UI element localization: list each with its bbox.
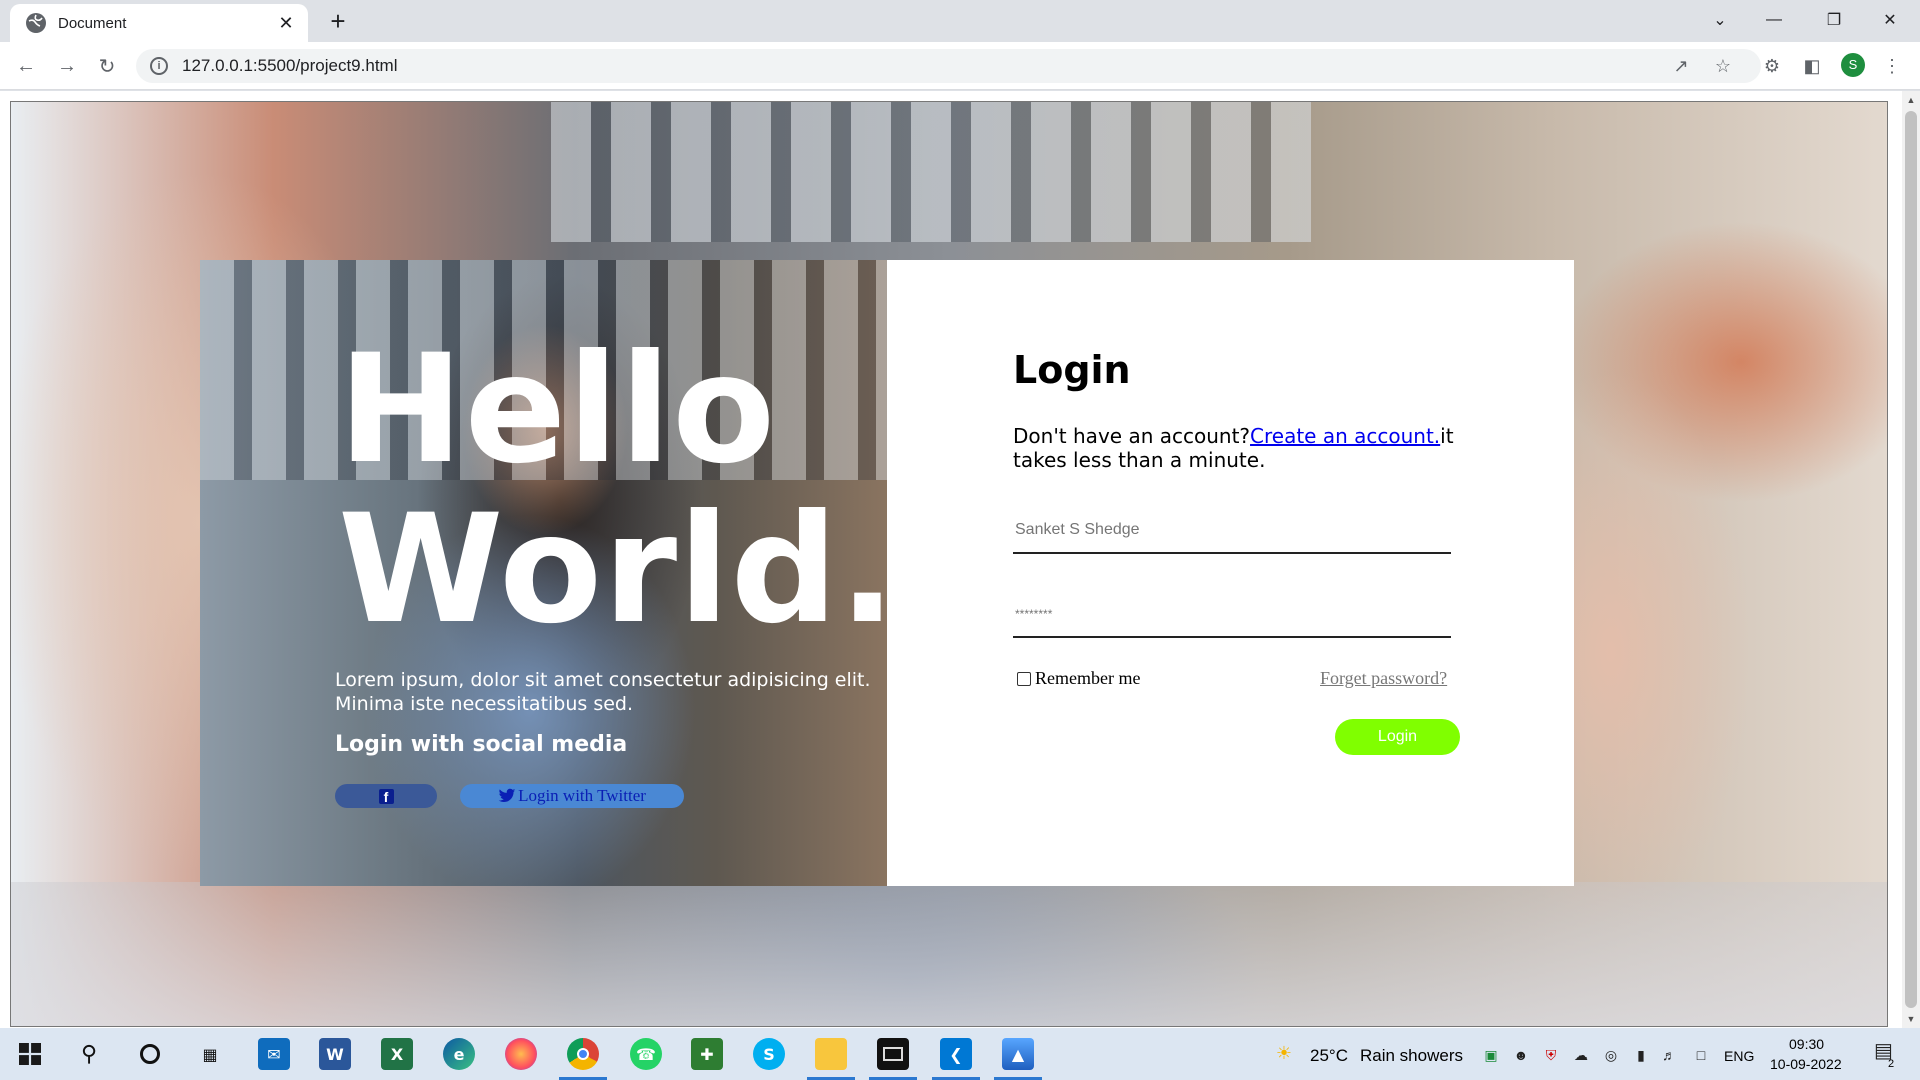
social-login-title: Login with social media <box>335 732 628 757</box>
weather-text[interactable]: Rain showers <box>1360 1046 1463 1066</box>
onedrive-icon[interactable]: ☁ <box>1572 1046 1590 1064</box>
omnibox[interactable]: i 127.0.0.1:5500/project9.html ↗ ☆ <box>136 49 1761 83</box>
taskbar: ⚲ ▦ ✉ W X e ☎ ✚ S ❮ ▲ ☀ 25°C Rain shower… <box>0 1028 1920 1080</box>
whatsapp-icon[interactable]: ☎ <box>630 1038 662 1070</box>
scroll-up-icon[interactable]: ▲ <box>1905 94 1917 106</box>
close-window-button[interactable]: ✕ <box>1862 0 1918 40</box>
notification-count: 2 <box>1888 1058 1895 1070</box>
battery-icon[interactable]: ▮ <box>1632 1046 1650 1064</box>
password-input[interactable] <box>1013 590 1451 638</box>
weather-temp[interactable]: 25°C <box>1310 1046 1348 1066</box>
volume-icon[interactable]: ♬ <box>1660 1046 1678 1064</box>
scrollbar-thumb[interactable] <box>1905 111 1917 1008</box>
signup-prompt: Don't have an account?Create an account.… <box>1013 424 1513 472</box>
facebook-login-button[interactable]: f <box>335 784 437 808</box>
share-icon[interactable]: ↗ <box>1671 56 1691 76</box>
hero-panel: Hello World. Lorem ipsum, dolor sit amet… <box>200 260 887 886</box>
clock-time[interactable]: 09:30 <box>1789 1036 1824 1052</box>
chrome-icon[interactable] <box>567 1038 599 1070</box>
minimize-button[interactable]: — <box>1746 0 1802 40</box>
excel-icon[interactable]: X <box>381 1038 413 1070</box>
weather-icon[interactable]: ☀ <box>1275 1044 1293 1062</box>
address-bar: ← → ↻ i 127.0.0.1:5500/project9.html ↗ ☆… <box>0 42 1920 90</box>
terminal-icon[interactable] <box>877 1038 909 1070</box>
scroll-down-icon[interactable]: ▼ <box>1905 1013 1917 1025</box>
username-input[interactable] <box>1013 506 1451 554</box>
file-explorer-icon[interactable] <box>815 1038 847 1070</box>
language-indicator[interactable]: ENG <box>1724 1048 1754 1064</box>
search-icon[interactable]: ⚲ <box>73 1038 105 1070</box>
login-panel: Login Don't have an account?Create an ac… <box>887 260 1574 886</box>
task-view-icon[interactable]: ▦ <box>194 1038 226 1070</box>
tray-app-icon[interactable]: ▣ <box>1482 1046 1500 1064</box>
app-icon[interactable]: ✚ <box>691 1038 723 1070</box>
windows-start-icon[interactable] <box>14 1038 46 1070</box>
tab-close-icon[interactable]: ✕ <box>276 13 296 34</box>
meet-now-icon[interactable]: □ <box>1692 1046 1710 1064</box>
page-background: Hello World. Lorem ipsum, dolor sit amet… <box>10 101 1888 1027</box>
url-text[interactable]: 127.0.0.1:5500/project9.html <box>182 56 397 76</box>
tray-person-icon[interactable]: ☻ <box>1512 1046 1530 1064</box>
scrollbar[interactable]: ▲ ▼ <box>1902 91 1920 1028</box>
mail-icon[interactable]: ✉ <box>258 1038 290 1070</box>
profile-avatar[interactable]: S <box>1841 53 1865 77</box>
background-building <box>551 102 1311 242</box>
hero-description: Lorem ipsum, dolor sit amet consectetur … <box>335 669 871 715</box>
create-account-link[interactable]: Create an account. <box>1250 424 1440 448</box>
remember-me-label: Remember me <box>1035 668 1141 688</box>
login-button[interactable]: Login <box>1335 719 1460 755</box>
bookmark-star-icon[interactable]: ☆ <box>1713 56 1733 76</box>
firefox-icon[interactable] <box>505 1038 537 1070</box>
clock-date[interactable]: 10-09-2022 <box>1770 1056 1842 1072</box>
site-info-icon[interactable]: i <box>150 57 168 75</box>
login-title: Login <box>1013 348 1131 392</box>
security-icon[interactable]: ⛨ <box>1542 1046 1560 1064</box>
forward-icon[interactable]: → <box>53 52 81 80</box>
hero-heading-line2: World. <box>338 483 887 657</box>
vscode-icon[interactable]: ❮ <box>940 1038 972 1070</box>
restore-button[interactable]: ❐ <box>1806 0 1862 40</box>
edge-icon[interactable]: e <box>443 1038 475 1070</box>
network-icon[interactable]: ◎ <box>1602 1046 1620 1064</box>
twitter-login-button[interactable]: Login with Twitter <box>460 784 684 808</box>
extensions-icon[interactable]: ⚙ <box>1760 54 1784 78</box>
background-street <box>11 882 1887 1026</box>
tab-search-icon[interactable]: ⌄ <box>1692 0 1748 40</box>
tab-title: Document <box>58 14 127 32</box>
side-panel-icon[interactable]: ◧ <box>1800 54 1824 78</box>
signup-prefix: Don't have an account? <box>1013 424 1251 448</box>
menu-icon[interactable]: ⋮ <box>1880 54 1904 78</box>
remember-me[interactable]: Remember me <box>1013 668 1140 689</box>
page-viewport: Hello World. Lorem ipsum, dolor sit amet… <box>0 91 1920 1028</box>
remember-me-checkbox[interactable] <box>1017 671 1031 686</box>
new-tab-button[interactable]: + <box>324 8 352 36</box>
globe-icon <box>26 13 46 33</box>
reload-icon[interactable]: ↻ <box>93 52 121 80</box>
back-icon[interactable]: ← <box>12 52 40 80</box>
skype-icon[interactable]: S <box>753 1038 785 1070</box>
cortana-icon[interactable] <box>134 1038 166 1070</box>
twitter-login-label: Login with Twitter <box>518 786 646 805</box>
forgot-password-link[interactable]: Forget password? <box>1320 668 1447 689</box>
twitter-icon <box>498 788 516 802</box>
browser-tab[interactable]: Document ✕ <box>10 4 308 42</box>
tab-bar: Document ✕ + ⌄ — ❐ ✕ <box>0 0 1920 42</box>
photos-icon[interactable]: ▲ <box>1002 1038 1034 1070</box>
hero-heading-line1: Hello <box>338 323 777 497</box>
facebook-icon: f <box>378 788 394 805</box>
hero-heading: Hello World. <box>338 330 887 650</box>
word-icon[interactable]: W <box>319 1038 351 1070</box>
